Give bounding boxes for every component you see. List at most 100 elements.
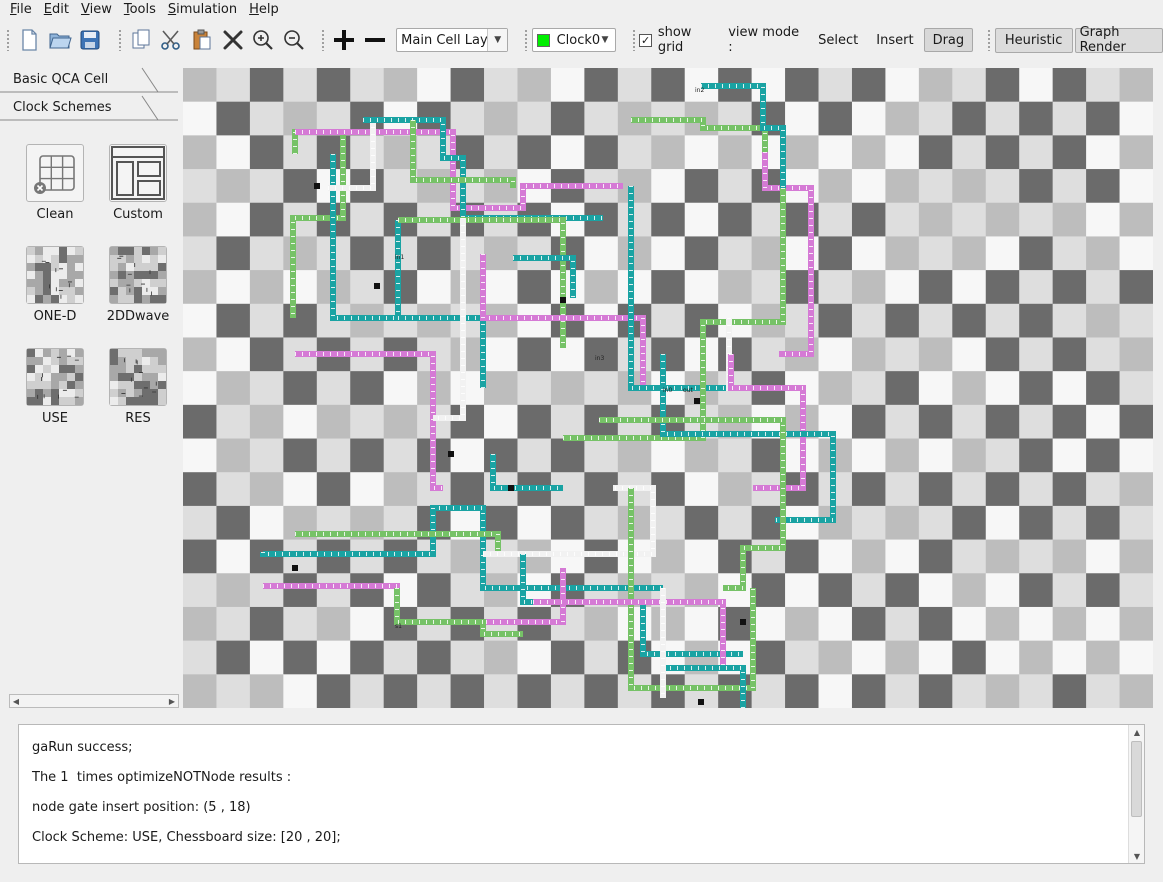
clock-zone-cell (818, 202, 853, 237)
clock-zone-cell (1019, 371, 1054, 406)
clock-zone-cell (550, 337, 585, 372)
log-vertical-scrollbar[interactable]: ▲ ▼ (1128, 725, 1144, 863)
menu-tools[interactable]: Tools (118, 0, 162, 20)
tab-basic-qca-cell[interactable]: Basic QCA Cell (0, 66, 178, 94)
gate-marker[interactable] (508, 485, 514, 491)
clock-zone-cell (216, 303, 251, 338)
new-file-button[interactable] (15, 25, 44, 55)
clock-zone-cell (651, 674, 686, 708)
scheme-res[interactable]: RES (103, 348, 173, 426)
clock-zone-cell (684, 438, 719, 473)
clock-zone-cell (952, 606, 987, 642)
qca-layout-view[interactable]: in2 in1 in3 in0 out s1 (183, 68, 1153, 708)
gate-marker[interactable] (292, 565, 298, 571)
mini-cell (142, 365, 150, 373)
clock-zone-cell (1019, 606, 1054, 642)
gate-marker[interactable] (698, 699, 704, 705)
delete-button[interactable] (218, 25, 247, 55)
scheme-custom-label: Custom (113, 207, 163, 222)
scroll-right-icon[interactable]: ▶ (166, 695, 178, 707)
menu-edit-key: E (43, 2, 52, 17)
clock-zone-cell (517, 505, 552, 541)
mini-cell (43, 381, 51, 389)
mini-cell (134, 365, 142, 373)
mini-cell (158, 349, 166, 357)
copy-button[interactable] (126, 25, 155, 55)
clock-zone-cell (183, 68, 217, 103)
mode-select-button[interactable]: Select (810, 28, 866, 52)
clock-select[interactable]: Clock0 ▼ (531, 28, 616, 52)
toolbar-grip-4[interactable] (523, 29, 528, 51)
clock-zone-cell (851, 674, 886, 708)
clock-zone-cell (818, 674, 853, 708)
left-panel-horizontal-scrollbar[interactable]: ◀ ▶ (9, 694, 179, 708)
clock-zone-cell (484, 236, 518, 271)
tab-clock-schemes[interactable]: Clock Schemes (0, 94, 178, 122)
scrollbar-thumb[interactable] (1131, 741, 1142, 817)
add-layer-button[interactable] (330, 25, 359, 55)
clock-zone-cell (249, 505, 284, 541)
scheme-2ddwave[interactable]: 2DDwave (103, 246, 173, 324)
mini-cell (75, 389, 83, 397)
gate-marker[interactable] (314, 183, 320, 189)
clock-zone-cell (383, 438, 418, 473)
clock-zone-cell (450, 472, 485, 507)
scroll-down-icon[interactable]: ▼ (1129, 849, 1145, 863)
menu-edit[interactable]: Edit (38, 0, 75, 20)
zoom-in-button[interactable] (249, 25, 278, 55)
scheme-one-d[interactable]: ONE-D (20, 246, 90, 324)
mini-cell (59, 247, 67, 255)
scheme-clean[interactable]: Clean (20, 144, 90, 222)
mini-cell (35, 279, 43, 287)
mode-insert-button[interactable]: Insert (868, 28, 921, 52)
clock-zone-cell (183, 505, 217, 541)
clock-zone-cell (751, 674, 786, 708)
gate-marker[interactable] (740, 619, 746, 625)
show-grid-checkbox[interactable]: ✓ (639, 33, 652, 47)
scroll-up-icon[interactable]: ▲ (1129, 725, 1145, 739)
gate-marker[interactable] (560, 297, 566, 303)
zoom-out-button[interactable] (280, 25, 309, 55)
clock-zone-cell (718, 337, 753, 372)
mini-cell (158, 287, 166, 295)
open-file-button[interactable] (45, 25, 74, 55)
mini-cell (75, 263, 83, 271)
menu-simulation[interactable]: Simulation (162, 0, 243, 20)
toolbar-grip-2[interactable] (117, 29, 122, 51)
clock-zone-cell (383, 674, 418, 708)
clock-zone-cell (1019, 303, 1054, 338)
mode-drag-button[interactable]: Drag (923, 28, 974, 52)
paste-button[interactable] (188, 25, 217, 55)
clock-zone-cell (216, 202, 251, 237)
clock-zone-cell (684, 236, 719, 271)
toolbar-grip-3[interactable] (321, 29, 325, 51)
mini-cell (158, 357, 166, 365)
menu-edit-label: dit (52, 2, 69, 17)
scheme-custom[interactable]: Custom (103, 144, 173, 222)
gate-marker[interactable] (694, 398, 700, 404)
toolbar-grip[interactable] (6, 29, 10, 51)
clock-zone-cell (885, 303, 920, 338)
mini-cell (150, 397, 158, 405)
menu-view[interactable]: View (75, 0, 118, 20)
toolbar-grip-6[interactable] (986, 29, 991, 51)
menu-help[interactable]: Help (243, 0, 285, 20)
gate-marker[interactable] (448, 451, 454, 457)
menu-file[interactable]: File (4, 0, 38, 20)
clock-zone-cell (484, 674, 518, 708)
clock-zone-cell (952, 236, 987, 271)
qca-canvas[interactable]: in2 in1 in3 in0 out s1 (183, 68, 1153, 708)
scheme-use[interactable]: USE (20, 348, 90, 426)
graph-render-button[interactable]: Graph Render (1074, 25, 1163, 55)
log-text: gaRun success; The 1 times optimizeNOTNo… (32, 733, 1122, 853)
layer-select[interactable]: Main Cell Layer ▼ (396, 28, 509, 52)
heuristic-button[interactable]: Heuristic (994, 27, 1073, 53)
clock-zone-cell (1019, 202, 1054, 237)
clock-zone-cell (216, 606, 251, 642)
cut-button[interactable] (157, 25, 186, 55)
remove-layer-button[interactable] (361, 25, 390, 55)
save-file-button[interactable] (76, 25, 105, 55)
toolbar-grip-5[interactable] (631, 29, 636, 51)
gate-marker[interactable] (374, 283, 380, 289)
scroll-left-icon[interactable]: ◀ (10, 695, 22, 707)
